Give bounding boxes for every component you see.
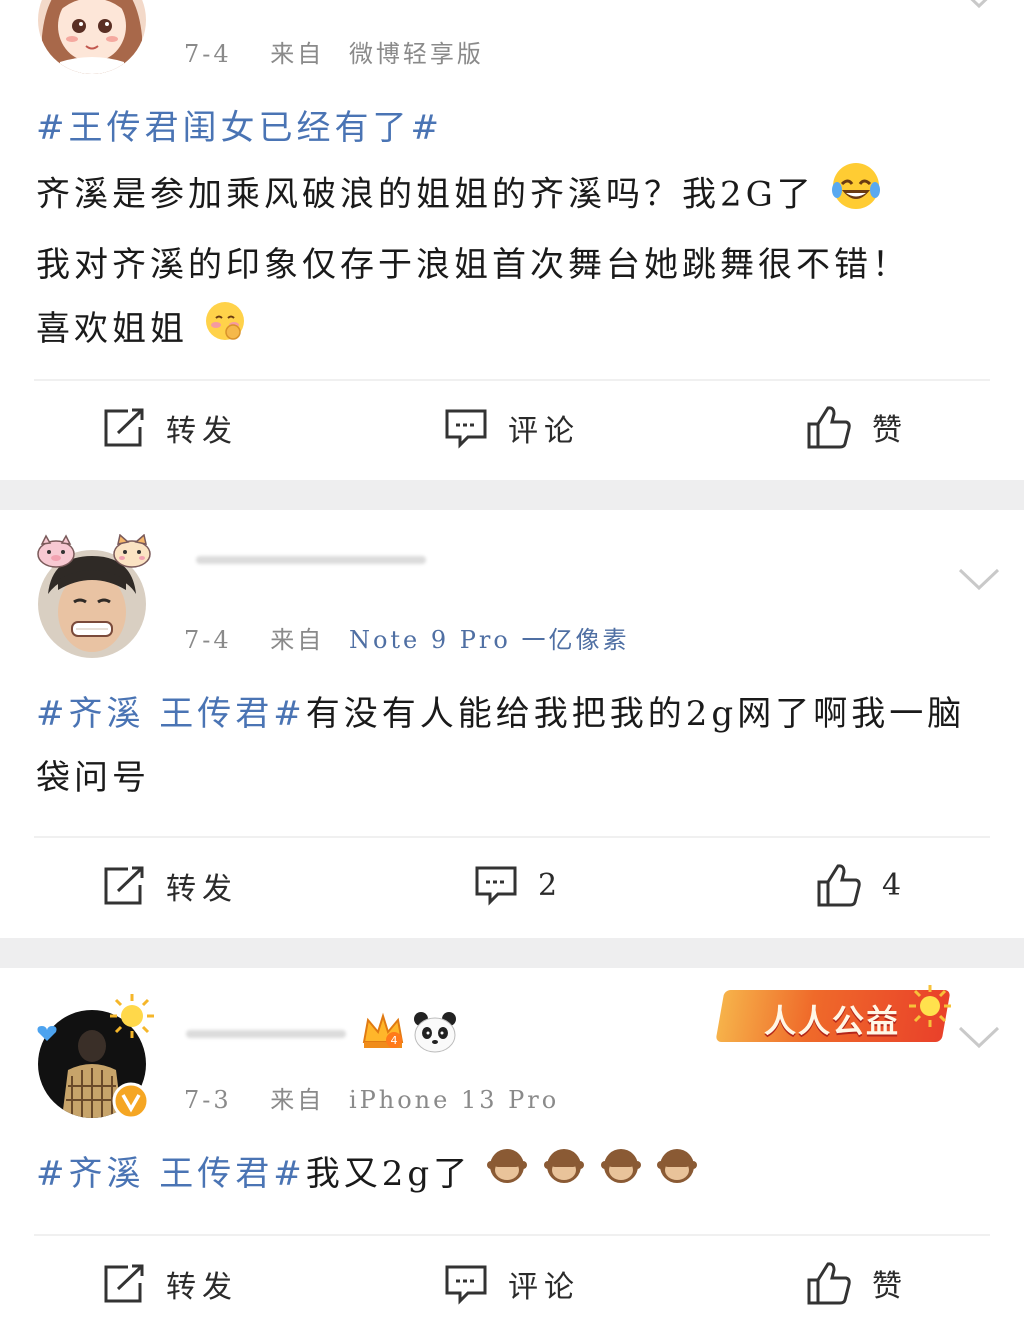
comment-icon [445,409,487,449]
monkey-emoji-icon [543,1144,585,1208]
source-label: 来自 [270,40,325,68]
comment-button[interactable]: 评论 [444,1262,580,1306]
sun-icon [908,984,952,1032]
like-count: 4 [882,867,908,903]
monkey-emoji-icon [656,1144,698,1208]
comment-icon [475,866,517,906]
blue-heart-decoration-icon [36,1024,58,1046]
feed-separator [0,480,1024,510]
repost-button[interactable]: 转发 [102,406,238,450]
comment-label: 评论 [508,414,580,449]
monkey-emoji-icon [486,1144,528,1208]
post-meta: 7-3 来自 iPhone 13 Pro [184,1080,559,1115]
crown-icon: 4 [360,1012,406,1056]
repost-label: 转发 [166,1270,238,1305]
panda-icon [412,1010,458,1058]
repost-icon [104,408,144,447]
username-redacted [196,556,426,564]
chevron-down-icon[interactable] [958,0,1000,10]
cartoon-girl-avatar-icon [38,0,146,74]
verified-badge-icon [112,1082,150,1124]
post-card-2: 7-4 来自 Note 9 Pro 一亿像素 #齐溪 王传君#有没有人能给我把我… [0,510,1024,938]
comment-label: 评论 [508,1270,580,1305]
like-button[interactable]: 4 [816,862,907,908]
comment-count: 2 [538,867,564,903]
post-line: 齐溪是参加乘风破浪的姐姐的齐溪吗？我2G了 [36,174,815,215]
post-card-1: 7-4 来自 微博轻享版 #王传君闺女已经有了# 齐溪是参加乘风破浪的姐姐的齐溪… [0,0,1024,480]
monkey-emoji-icon [600,1144,642,1208]
hashtag-link[interactable]: #齐溪 王传君# [36,1154,306,1194]
post-content: #齐溪 王传君#我又2g了 [36,1142,988,1208]
comment-icon [445,1265,487,1305]
like-button[interactable]: 赞 [806,1260,908,1306]
source-label: 来自 [270,1086,325,1114]
divider [34,379,990,381]
hashtag-link[interactable]: #齐溪 王传君# [36,694,306,734]
username-redacted [186,1030,346,1038]
laughing-crying-emoji-icon [830,160,882,233]
divider [34,1234,990,1236]
thumbs-up-icon [807,406,851,449]
like-button[interactable]: 赞 [806,404,908,450]
post-text: 我又2g了 [305,1154,472,1194]
post-meta: 7-4 来自 Note 9 Pro 一亿像素 [184,620,629,655]
cat-decoration-icon [110,533,154,572]
repost-icon [104,866,144,905]
chevron-down-icon[interactable] [958,568,1000,592]
like-label: 赞 [872,413,908,448]
post-card-3: 4 人人公益 7-3 来自 iPhone 13 Pro #齐溪 王传君#我又2g… [0,968,1024,1319]
avatar[interactable] [38,0,146,74]
comment-button[interactable]: 2 [474,864,563,906]
repost-label: 转发 [166,414,238,449]
repost-button[interactable]: 转发 [102,1262,238,1306]
comment-button[interactable]: 评论 [444,406,580,450]
source-label: 来自 [270,626,325,654]
chevron-down-icon[interactable] [958,1026,1000,1050]
post-content: #齐溪 王传君#有没有人能给我把我的2g网了啊我一脑袋问号 [36,682,988,810]
charity-badge[interactable]: 人人公益 [715,984,952,1046]
source-device[interactable]: 微博轻享版 [349,40,484,68]
repost-label: 转发 [166,872,238,907]
post-content: #王传君闺女已经有了# 齐溪是参加乘风破浪的姐姐的齐溪吗？我2G了 我对齐溪的印… [36,96,988,364]
post-line: 我对齐溪的印象仅存于浪姐首次舞台她跳舞很不错！ [36,245,910,285]
repost-button[interactable]: 转发 [102,864,238,908]
shy-emoji-icon [203,299,247,364]
charity-badge-label: 人人公益 [764,1002,901,1040]
thumbs-up-icon [807,1262,851,1305]
post-meta: 7-4 来自 微博轻享版 [184,34,484,69]
like-label: 赞 [872,1269,908,1304]
sun-decoration-icon [108,992,156,1044]
pig-decoration-icon [34,534,78,572]
hashtag-link[interactable]: #王传君闺女已经有了# [36,96,988,160]
feed-separator [0,938,1024,968]
post-date: 7-4 [184,626,232,654]
repost-icon [104,1264,144,1303]
svg-text:4: 4 [391,1034,398,1047]
post-line: 喜欢姐姐 [36,309,188,349]
post-date: 7-4 [184,40,232,68]
post-date: 7-3 [184,1086,232,1114]
source-device[interactable]: iPhone 13 Pro [349,1086,559,1114]
source-device[interactable]: Note 9 Pro 一亿像素 [349,626,630,654]
divider [34,836,990,838]
thumbs-up-icon [817,864,861,907]
